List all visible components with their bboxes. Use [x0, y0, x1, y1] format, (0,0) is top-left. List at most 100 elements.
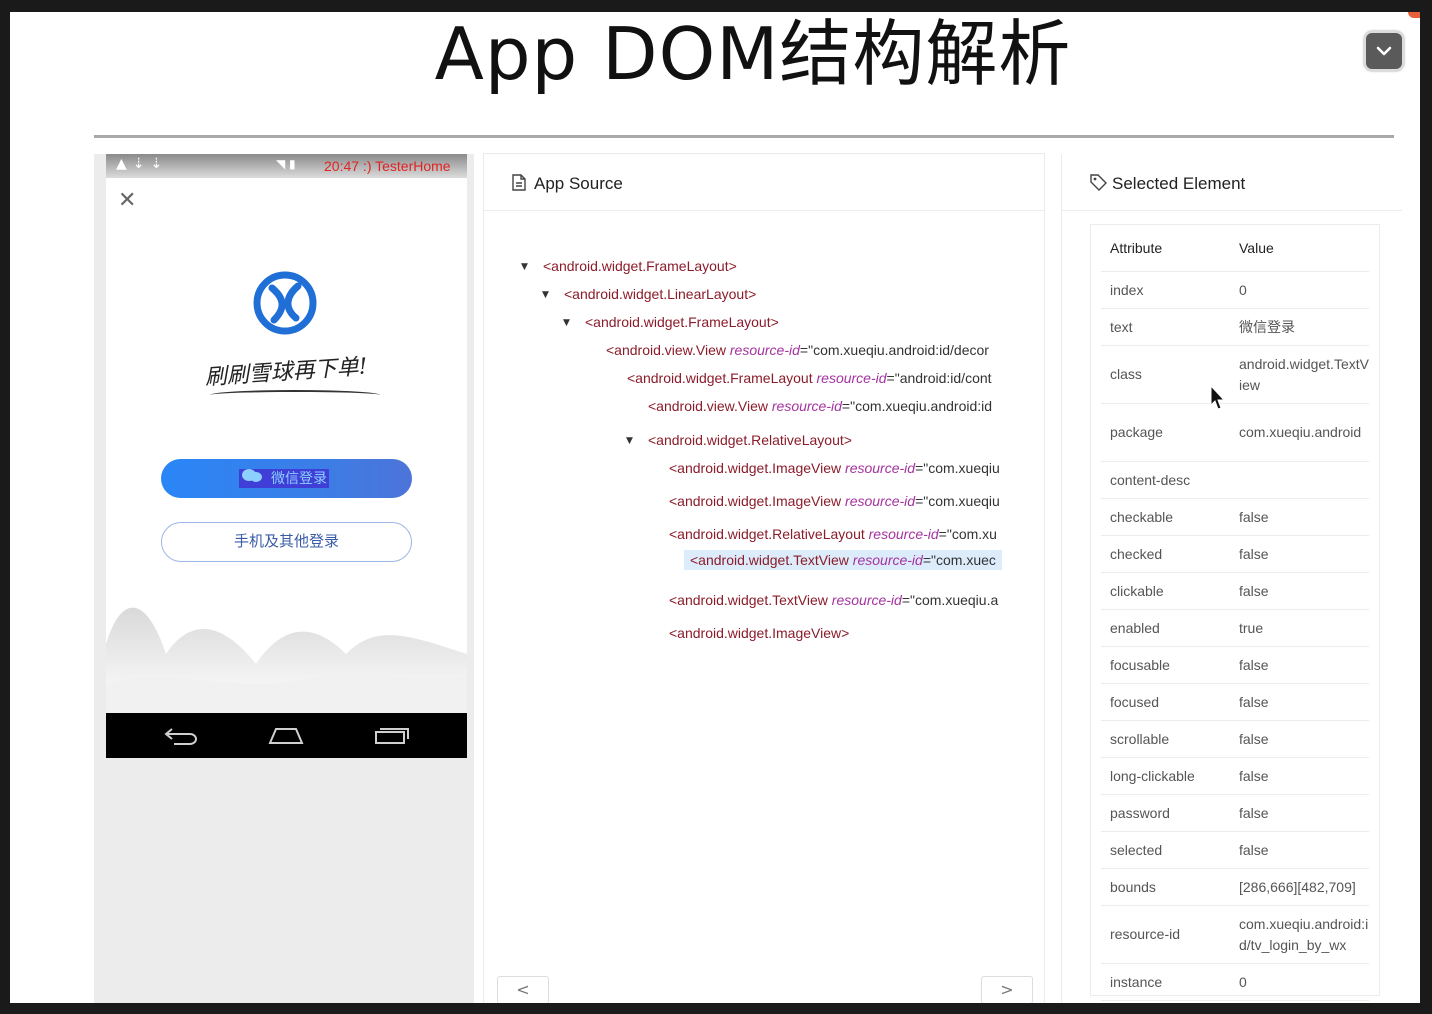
node-tag: <android.widget.FrameLayout>: [543, 258, 737, 274]
tag-icon: [1090, 174, 1107, 196]
tree-node[interactable]: <android.widget.ImageView>: [669, 623, 849, 643]
attribute-value: false: [1239, 720, 1369, 758]
attribute-row: checkable false: [1101, 498, 1369, 536]
expand-caret-icon[interactable]: ▼: [626, 431, 633, 451]
expand-caret-icon[interactable]: ▼: [563, 313, 570, 333]
mountains-illustration: [106, 607, 467, 714]
tree-node[interactable]: ▼ <android.widget.FrameLayout>: [563, 312, 779, 332]
attribute-name: long-clickable: [1101, 757, 1239, 795]
attribute-row: package com.xueqiu.android: [1101, 403, 1369, 462]
wechat-login-highlight: 微信登录: [239, 469, 329, 488]
node-attr-name: resource-id: [852, 552, 923, 568]
android-nav-bar: [106, 713, 467, 758]
node-attr-equals: =: [886, 370, 895, 386]
node-attr-value: "com.xueqiu.android:id/decor: [808, 342, 989, 358]
other-login-button[interactable]: 手机及其他登录: [161, 522, 412, 562]
back-icon[interactable]: [164, 725, 198, 745]
attribute-row: bounds [286,666][482,709]: [1101, 868, 1369, 906]
attribute-value: true: [1239, 609, 1369, 647]
node-attr-value: "android:id/cont: [894, 370, 992, 386]
attribute-name: resource-id: [1101, 905, 1239, 964]
column-header-attribute: Attribute: [1101, 225, 1239, 272]
attribute-value: false: [1239, 646, 1369, 684]
screenshot-panel: ▲⇣⇣ ◥ ▮ 20:47 :) TesterHome ✕ 刷刷雪球再下单! 微…: [94, 154, 474, 1003]
attribute-name: instance: [1101, 963, 1239, 1001]
node-tag: <android.widget.RelativeLayout>: [648, 432, 852, 448]
recent-apps-icon[interactable]: [374, 725, 410, 745]
tree-node[interactable]: <android.view.View resource-id="com.xueq…: [648, 396, 1029, 416]
node-attr-value: "com.xueqiu.a: [910, 592, 999, 608]
node-attr-name: resource-id: [831, 592, 902, 608]
node-attr-value: "com.xueqiu: [923, 493, 1000, 509]
attribute-value: false: [1239, 498, 1369, 536]
tree-node[interactable]: ▼<android.widget.FrameLayout resource-id…: [627, 368, 1029, 388]
wechat-login-button[interactable]: 微信登录: [161, 459, 412, 498]
attribute-value: 微信登录: [1239, 308, 1369, 346]
attribute-table: Attribute Value index 0 text 微信登录 class andro…: [1090, 224, 1380, 1001]
app-source-panel: App Source ▼ <android.widget.FrameLayout>…: [484, 154, 1044, 1003]
app-slogan: 刷刷雪球再下单!: [204, 354, 369, 391]
node-attr-equals: =: [901, 592, 911, 608]
attribute-row: text 微信登录: [1101, 308, 1369, 346]
node-attr-value: "com.xu: [946, 526, 997, 542]
source-tree: ▼ <android.widget.FrameLayout> ▼ <android.w…: [484, 154, 1029, 1003]
node-attr-equals: =: [799, 342, 809, 358]
slogan-swoosh: [210, 390, 380, 400]
node-attr-value: "com.xueqiu: [923, 460, 1000, 476]
node-tag: <android.widget.FrameLayout>: [585, 314, 779, 330]
status-bar: ▲⇣⇣ ◥ ▮ 20:47 :) TesterHome: [106, 154, 467, 178]
node-attr-equals: =: [841, 398, 851, 414]
mouse-cursor-icon: [1210, 384, 1226, 416]
node-tag: <android.widget.ImageView: [669, 460, 846, 476]
attribute-row: focused false: [1101, 683, 1369, 721]
node-tag: <android.widget.TextView: [669, 592, 832, 608]
collapse-button[interactable]: [1364, 31, 1404, 71]
attribute-value: 0: [1239, 963, 1369, 1001]
tree-node[interactable]: <android.widget.TextView resource-id="co…: [669, 590, 1029, 610]
tree-node[interactable]: ▼<android.widget.RelativeLayout resource…: [669, 524, 1029, 544]
node-tag: <android.widget.LinearLayout>: [564, 286, 757, 302]
node-attr-equals: =: [938, 526, 947, 542]
node-attr-equals: =: [922, 552, 932, 568]
expand-caret-icon[interactable]: ▼: [521, 257, 528, 277]
attribute-row: clickable false: [1101, 572, 1369, 610]
tree-node[interactable]: ▼<android.view.View resource-id="com.xue…: [606, 340, 1029, 360]
attribute-value: android.widget.TextView: [1239, 345, 1369, 404]
tree-node[interactable]: ▼ <android.widget.RelativeLayout>: [626, 430, 852, 450]
wifi-icon: ◥ ▮: [276, 157, 296, 171]
node-attr-value: "com.xueqiu.android:id: [850, 398, 993, 414]
expand-caret-icon[interactable]: ▼: [542, 285, 549, 305]
device-screenshot[interactable]: ▲⇣⇣ ◥ ▮ 20:47 :) TesterHome ✕ 刷刷雪球再下单! 微…: [106, 154, 467, 758]
attribute-value: false: [1239, 572, 1369, 610]
node-attr-name: resource-id: [868, 526, 939, 542]
home-icon[interactable]: [268, 725, 304, 745]
next-page-button[interactable]: >: [981, 976, 1033, 1003]
attribute-row: focusable false: [1101, 646, 1369, 684]
node-tag: <android.widget.ImageView: [669, 493, 846, 509]
close-icon[interactable]: ✕: [118, 188, 136, 213]
attribute-row: resource-id com.xueqiu.android:id/tv_logi…: [1101, 905, 1369, 964]
attribute-value: [1239, 461, 1369, 499]
attribute-name: text: [1101, 308, 1239, 346]
tree-node[interactable]: ▼ <android.widget.FrameLayout>: [521, 256, 737, 276]
attribute-row: class android.widget.TextView: [1101, 345, 1369, 404]
tree-node[interactable]: <android.widget.ImageView resource-id="c…: [669, 458, 1029, 478]
attribute-row: enabled true: [1101, 609, 1369, 647]
node-tag: <android.widget.ImageView>: [669, 625, 850, 641]
attribute-name: content-desc: [1101, 461, 1239, 499]
attribute-name: index: [1101, 271, 1239, 309]
prev-page-button[interactable]: <: [497, 976, 549, 1003]
wechat-login-label: 微信登录: [271, 470, 327, 486]
column-header-value: Value: [1239, 225, 1369, 272]
attribute-name: clickable: [1101, 572, 1239, 610]
selected-element-header: Selected Element: [1062, 154, 1402, 211]
tree-node[interactable]: ▼ <android.widget.LinearLayout>: [542, 284, 757, 304]
slide-title: App DOM结构解析: [434, 12, 1072, 96]
app-logo-icon: [250, 268, 320, 343]
node-attr-name: resource-id: [845, 493, 916, 509]
tree-node[interactable]: <android.widget.TextView resource-id="co…: [684, 550, 1023, 570]
status-clock: 20:47 :) TesterHome: [324, 158, 451, 174]
tree-node[interactable]: <android.widget.ImageView resource-id="c…: [669, 491, 1029, 511]
attribute-value: false: [1239, 794, 1369, 832]
attribute-name: scrollable: [1101, 720, 1239, 758]
